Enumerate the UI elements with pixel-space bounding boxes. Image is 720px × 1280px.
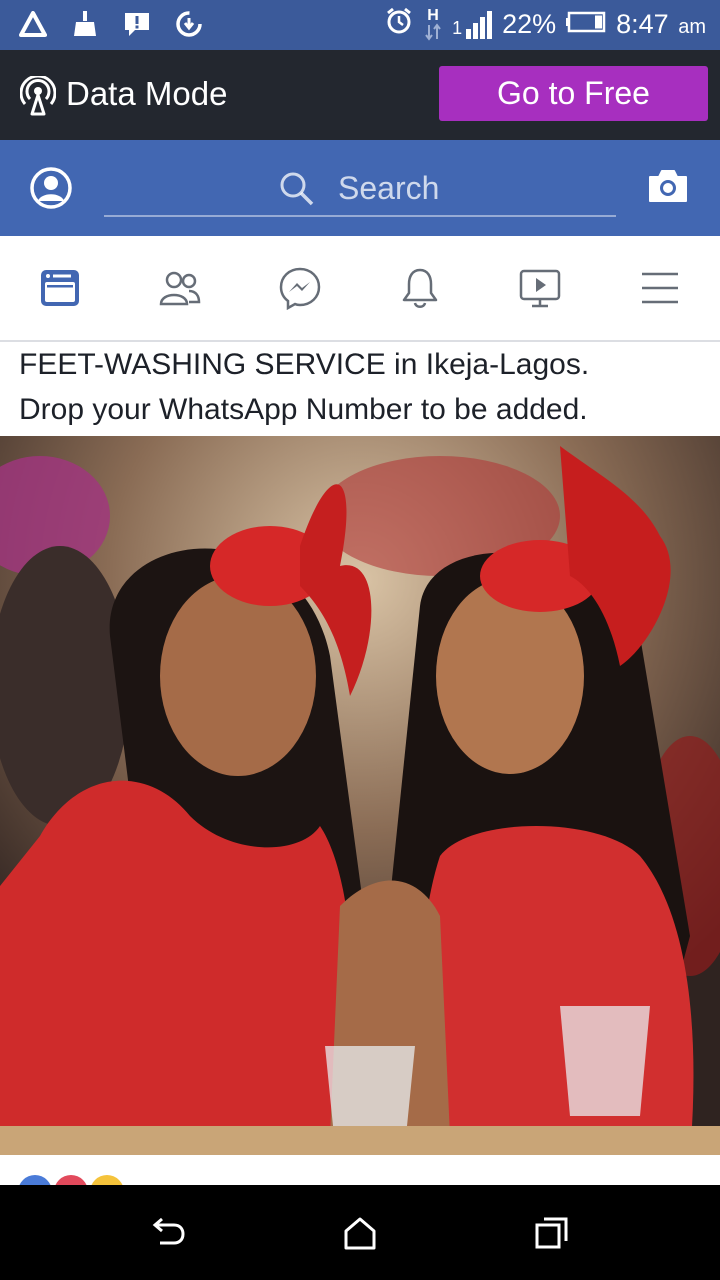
like-reaction-icon <box>18 1175 52 1185</box>
battery-percent: 22% <box>502 9 557 39</box>
network-type-label: H <box>427 6 439 24</box>
status-bar: H 1 22% 8:47 am <box>0 0 720 50</box>
tab-news-feed[interactable] <box>38 266 82 310</box>
alert-message-icon <box>122 8 152 40</box>
go-to-free-button[interactable]: Go to Free <box>439 66 708 121</box>
tab-watch[interactable] <box>518 266 562 310</box>
post-text-line-1: FEET-WASHING SERVICE in Ikeja-Lagos. <box>19 348 590 381</box>
alarm-icon <box>384 6 414 43</box>
haha-reaction-icon <box>90 1175 124 1185</box>
broom-icon <box>70 8 100 40</box>
clock-ampm: am <box>678 16 706 38</box>
tab-notifications[interactable] <box>398 266 442 310</box>
friends-icon <box>159 271 201 306</box>
news-feed-icon <box>41 270 79 306</box>
tab-friends[interactable] <box>158 266 202 310</box>
sim-label: 1 <box>452 17 463 38</box>
battery-icon <box>566 9 606 40</box>
facebook-header: Search <box>0 140 720 236</box>
reactions-bar[interactable] <box>0 1155 720 1185</box>
tab-messenger[interactable] <box>278 266 322 311</box>
recent-apps-icon[interactable] <box>534 1215 570 1251</box>
warning-triangle-icon <box>18 8 48 40</box>
post-photo[interactable] <box>0 436 720 1155</box>
data-mode-label: Data Mode <box>66 75 228 112</box>
clock-time: 8:47 am <box>616 9 706 40</box>
search-bar[interactable]: Search <box>104 160 616 217</box>
post-text: FEET-WASHING SERVICE in Ikeja-Lagos. Dro… <box>19 342 709 432</box>
hamburger-menu-icon <box>642 272 678 304</box>
clock-hours: 8:47 <box>616 9 669 39</box>
sync-icon <box>174 8 204 40</box>
tab-bar <box>0 236 720 342</box>
bell-icon <box>402 268 438 308</box>
love-reaction-icon <box>54 1175 88 1185</box>
network-type-icon: H <box>424 6 442 41</box>
messenger-icon <box>279 267 321 311</box>
search-input[interactable]: Search <box>338 170 439 207</box>
camera-icon[interactable] <box>648 168 688 204</box>
data-mode-bar: Data Mode Go to Free <box>0 50 720 140</box>
signal-icon: 1 <box>452 10 493 39</box>
broadcast-icon <box>19 74 57 116</box>
home-icon[interactable] <box>342 1215 378 1251</box>
profile-icon[interactable] <box>30 167 72 209</box>
video-play-icon <box>519 269 561 308</box>
search-icon <box>278 170 316 208</box>
back-icon[interactable] <box>150 1215 186 1251</box>
post-text-line-2: Drop your WhatsApp Number to be added. <box>19 393 588 426</box>
tab-menu[interactable] <box>638 266 682 310</box>
android-nav-bar <box>0 1185 720 1280</box>
